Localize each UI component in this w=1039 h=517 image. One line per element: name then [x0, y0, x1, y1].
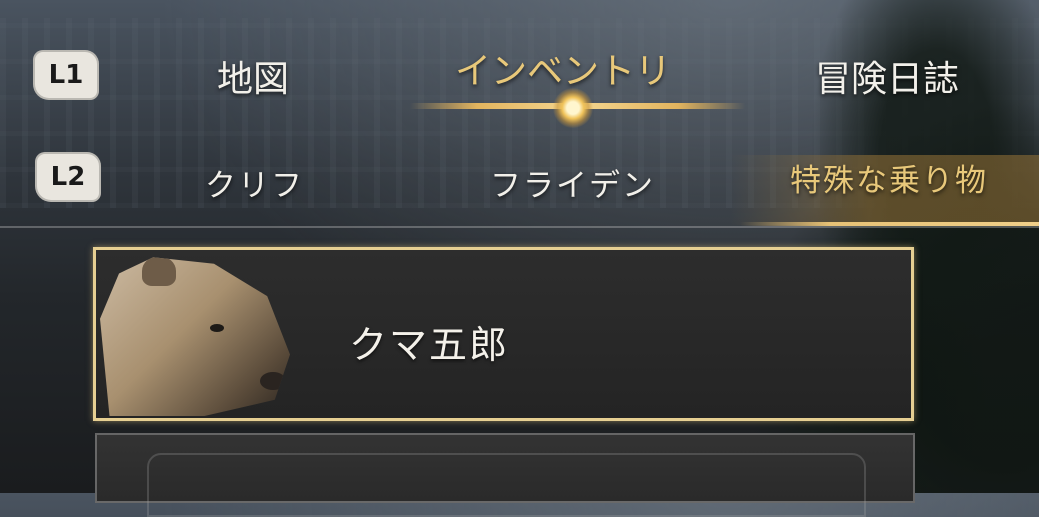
tab-inventory[interactable]: インベントリ [455, 42, 671, 94]
inventory-item-card[interactable]: クマ五郎 [93, 247, 914, 421]
card-ornament-frame [147, 453, 866, 517]
header-divider [0, 226, 1039, 228]
subtab-cliff[interactable]: クリフ [205, 160, 304, 205]
tab-map[interactable]: 地図 [217, 50, 289, 102]
sub-tab-bar: L2 クリフ フライデン 特殊な乗り物 [0, 140, 1039, 230]
subtab-fryden[interactable]: フライデン [490, 160, 655, 205]
top-tab-bar: L1 地図 インベントリ 冒険日誌 [0, 0, 1039, 128]
l1-button-hint-icon: L1 [33, 50, 99, 100]
bear-portrait-icon [100, 257, 290, 416]
tab-adventure-log[interactable]: 冒険日誌 [815, 50, 959, 102]
l2-button-hint-icon: L2 [35, 152, 101, 202]
inventory-item-name: クマ五郎 [349, 323, 510, 367]
active-tab-indicator-icon [553, 88, 593, 128]
subtab-special-vehicles[interactable]: 特殊な乗り物 [790, 155, 988, 200]
